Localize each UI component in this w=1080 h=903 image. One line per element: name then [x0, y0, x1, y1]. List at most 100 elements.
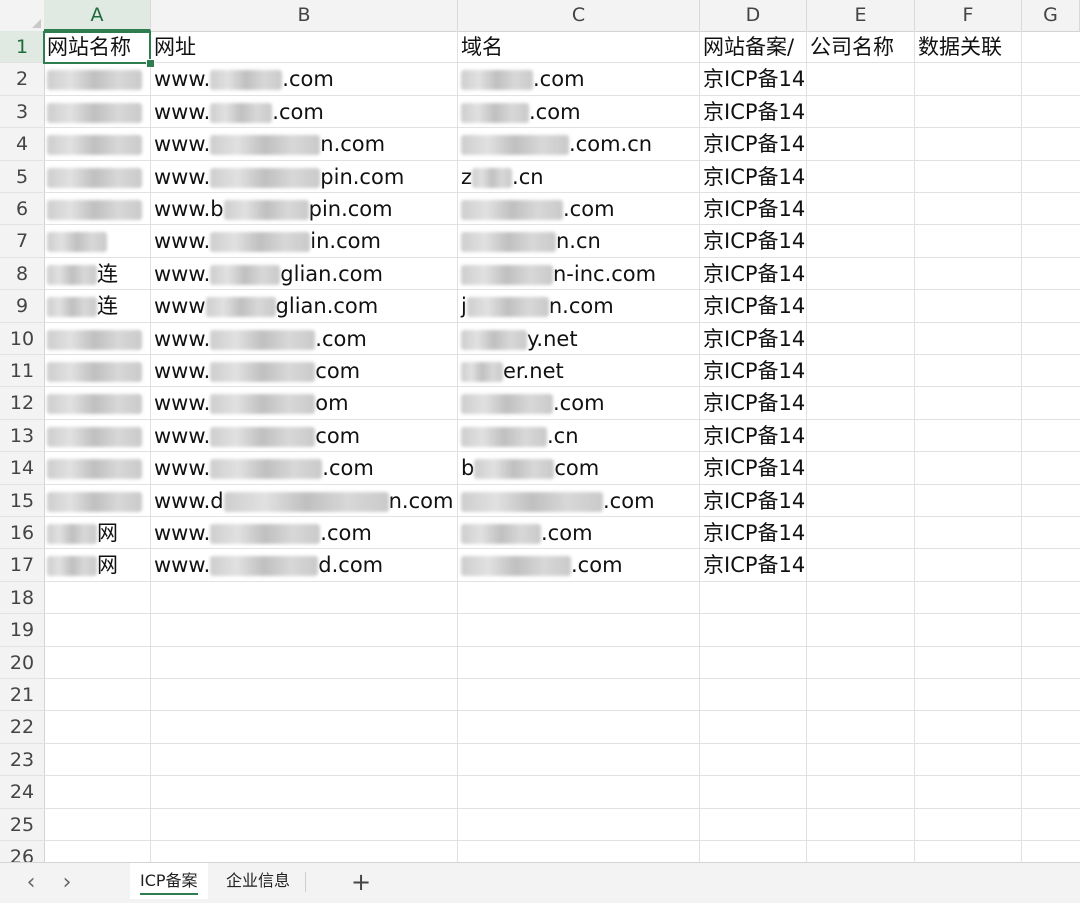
cell-domain[interactable]: .com — [458, 63, 700, 95]
header-cell-f[interactable]: 数据关联 — [915, 31, 1022, 63]
cell-site-name[interactable] — [44, 63, 151, 95]
row-header-5[interactable]: 5 — [0, 161, 44, 193]
row-header-2[interactable]: 2 — [0, 63, 44, 96]
header-cell-b[interactable]: 网址 — [151, 31, 458, 63]
row-header-18[interactable]: 18 — [0, 582, 44, 615]
cell-url[interactable]: www. .com — [151, 63, 458, 95]
row-header-22[interactable]: 22 — [0, 711, 44, 744]
cell-url[interactable]: www. com — [151, 355, 458, 387]
row-header-10[interactable]: 10 — [0, 323, 44, 355]
row-header-6[interactable]: 6 — [0, 193, 44, 226]
column-header-f[interactable]: F — [915, 0, 1022, 31]
cell-url[interactable]: www. pin.com — [151, 161, 458, 193]
header-cell-d[interactable]: 网站备案/ — [700, 31, 807, 63]
cell-url[interactable]: www. in.com — [151, 225, 458, 257]
cell-icp-record[interactable]: 京ICP备14 — [700, 128, 807, 160]
cell-domain[interactable]: .com — [458, 485, 700, 517]
cell-icp-record[interactable]: 京ICP备14 — [700, 225, 807, 257]
chevron-right-icon[interactable]: › — [56, 869, 78, 897]
cell-url[interactable]: www. glian.com — [151, 258, 458, 290]
row-header-13[interactable]: 13 — [0, 420, 44, 453]
cell-domain[interactable]: n-inc.com — [458, 258, 700, 290]
cell-site-name[interactable] — [44, 420, 151, 452]
row-header-15[interactable]: 15 — [0, 485, 44, 517]
row-header-17[interactable]: 17 — [0, 549, 44, 582]
cell-icp-record[interactable]: 京ICP备14 — [700, 63, 807, 95]
fill-handle[interactable] — [146, 59, 155, 68]
cell-domain[interactable]: .com — [458, 96, 700, 128]
cell-icp-record[interactable]: 京ICP备14 — [700, 549, 807, 581]
row-header-20[interactable]: 20 — [0, 647, 44, 679]
cell-icp-record[interactable]: 京ICP备14 — [700, 452, 807, 484]
column-header-c[interactable]: C — [458, 0, 700, 31]
cell-url[interactable]: www. .com — [151, 96, 458, 128]
cell-site-name[interactable] — [44, 387, 151, 419]
column-header-a[interactable]: A — [44, 0, 151, 31]
cell-site-name[interactable] — [44, 161, 151, 193]
row-header-4[interactable]: 4 — [0, 128, 44, 161]
cell-icp-record[interactable]: 京ICP备14 — [700, 161, 807, 193]
cell-site-name[interactable] — [44, 323, 151, 355]
add-sheet-button[interactable]: + — [348, 867, 374, 897]
cell-icp-record[interactable]: 京ICP备14 — [700, 387, 807, 419]
cell-domain[interactable]: n.cn — [458, 225, 700, 257]
cell-site-name[interactable] — [44, 96, 151, 128]
cell-site-name[interactable] — [44, 452, 151, 484]
cell-site-name[interactable] — [44, 128, 151, 160]
sheet-tab-company-info[interactable]: 企业信息 — [216, 863, 300, 899]
cell-domain[interactable]: .com.cn — [458, 128, 700, 160]
cell-icp-record[interactable]: 京ICP备14 — [700, 323, 807, 355]
cell-url[interactable]: www. d.com — [151, 549, 458, 581]
column-header-b[interactable]: B — [151, 0, 458, 31]
cell-icp-record[interactable]: 京ICP备14 — [700, 96, 807, 128]
cell-site-name[interactable]: 网 — [44, 549, 151, 581]
row-header-23[interactable]: 23 — [0, 744, 44, 777]
row-header-21[interactable]: 21 — [0, 679, 44, 712]
cell-icp-record[interactable]: 京ICP备14 — [700, 258, 807, 290]
row-header-25[interactable]: 25 — [0, 809, 44, 841]
chevron-left-icon[interactable]: ‹ — [20, 869, 42, 897]
cell-url[interactable]: www glian.com — [151, 290, 458, 322]
cell-domain[interactable]: b com — [458, 452, 700, 484]
cell-domain[interactable]: .com — [458, 387, 700, 419]
row-header-11[interactable]: 11 — [0, 355, 44, 388]
cell-icp-record[interactable]: 京ICP备14 — [700, 193, 807, 225]
cell-domain[interactable]: j n.com — [458, 290, 700, 322]
cell-url[interactable]: www. com — [151, 420, 458, 452]
row-header-12[interactable]: 12 — [0, 387, 44, 420]
cell-domain[interactable]: .com — [458, 193, 700, 225]
row-header-9[interactable]: 9 — [0, 290, 44, 323]
cell-site-name[interactable] — [44, 193, 151, 225]
cell-icp-record[interactable]: 京ICP备14 — [700, 517, 807, 549]
cell-domain[interactable]: .com — [458, 549, 700, 581]
column-header-g[interactable]: G — [1022, 0, 1080, 31]
cell-site-name[interactable] — [44, 225, 151, 257]
cell-url[interactable]: www. .com — [151, 323, 458, 355]
column-header-d[interactable]: D — [700, 0, 807, 31]
cell-domain[interactable]: .cn — [458, 420, 700, 452]
row-header-16[interactable]: 16 — [0, 517, 44, 550]
cell-url[interactable]: www.b pin.com — [151, 193, 458, 225]
cell-site-name[interactable]: 连 — [44, 258, 151, 290]
cell-icp-record[interactable]: 京ICP备14 — [700, 485, 807, 517]
cell-icp-record[interactable]: 京ICP备14 — [700, 355, 807, 387]
sheet-tab-icp[interactable]: ICP备案 — [130, 863, 208, 899]
row-header-19[interactable]: 19 — [0, 614, 44, 647]
cell-url[interactable]: www. om — [151, 387, 458, 419]
cell-domain[interactable]: z .cn — [458, 161, 700, 193]
row-header-1[interactable]: 1 — [0, 31, 44, 64]
column-header-e[interactable]: E — [807, 0, 915, 31]
row-header-7[interactable]: 7 — [0, 225, 44, 258]
row-header-8[interactable]: 8 — [0, 258, 44, 291]
header-cell-c[interactable]: 域名 — [458, 31, 700, 63]
cell-site-name[interactable]: 网 — [44, 517, 151, 549]
row-header-24[interactable]: 24 — [0, 776, 44, 809]
row-header-26[interactable]: 26 — [0, 841, 44, 862]
cell-icp-record[interactable]: 京ICP备14 — [700, 290, 807, 322]
cell-url[interactable]: www. .com — [151, 517, 458, 549]
cell-domain[interactable]: er.net — [458, 355, 700, 387]
cell-icp-record[interactable]: 京ICP备14 — [700, 420, 807, 452]
cell-url[interactable]: www. .com — [151, 452, 458, 484]
cell-site-name[interactable]: 连 — [44, 290, 151, 322]
cell-url[interactable]: www. n.com — [151, 128, 458, 160]
